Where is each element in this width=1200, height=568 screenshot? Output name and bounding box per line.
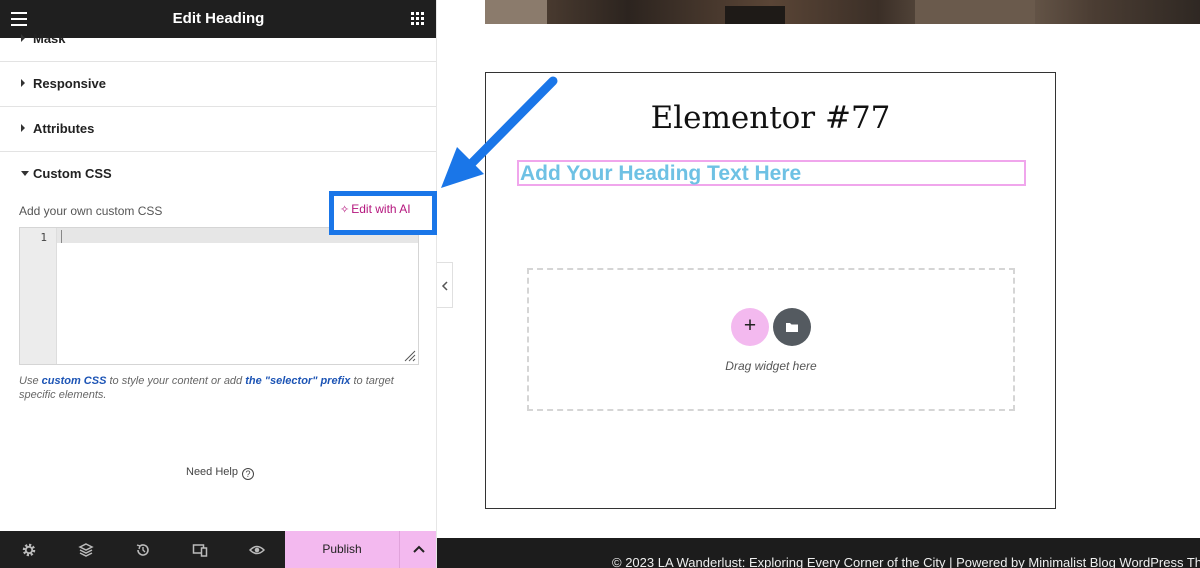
need-help-link[interactable]: Need Help? [186, 466, 254, 480]
section-label-responsive: Responsive [33, 76, 106, 91]
need-help-label: Need Help [186, 466, 238, 478]
help-icon: ? [241, 468, 254, 480]
note-mid: to style your content or add [106, 375, 246, 387]
responsive-icon[interactable] [192, 542, 208, 558]
css-code-editor[interactable]: 1 [19, 227, 419, 365]
section-label-mask: Mask [33, 31, 66, 46]
edit-with-ai-label: Edit with AI [351, 202, 411, 216]
line-gutter: 1 [20, 228, 57, 364]
caret-right-icon [21, 79, 25, 87]
caret-right-icon [21, 124, 25, 132]
section-label-attributes: Attributes [33, 121, 95, 136]
resize-handle-icon[interactable] [404, 350, 416, 362]
custom-css-link[interactable]: custom CSS [42, 375, 107, 387]
history-icon[interactable] [135, 542, 151, 558]
heading-widget[interactable]: Add Your Heading Text Here [517, 160, 1026, 186]
collapse-panel-button[interactable] [437, 262, 453, 308]
add-template-button[interactable] [773, 308, 811, 346]
editor-panel: Edit Heading Mask Responsive Attributes … [0, 0, 437, 568]
edit-with-ai-button[interactable]: ✧ Edit with AI [340, 202, 411, 224]
text-cursor [61, 230, 62, 243]
folder-icon [786, 323, 798, 332]
section-attributes[interactable]: Attributes [0, 107, 436, 152]
line-number: 1 [40, 231, 47, 244]
preview-eye-icon[interactable] [249, 542, 265, 558]
settings-icon[interactable] [21, 542, 37, 558]
add-section-button[interactable]: + [731, 308, 769, 346]
page-title: Elementor #77 [650, 100, 891, 136]
widget-dropzone[interactable]: + Drag widget here [527, 268, 1015, 411]
section-custom-css[interactable]: Custom CSS [0, 152, 436, 192]
publish-button[interactable]: Publish [285, 531, 399, 568]
caret-down-icon [21, 171, 29, 176]
layers-icon[interactable] [78, 542, 94, 558]
sparkle-icon: ✧ [340, 204, 350, 216]
site-footer: © 2023 LA Wanderlust: Exploring Every Co… [437, 538, 1200, 568]
caret-right-icon [21, 34, 25, 42]
page-container: Elementor #77 Add Your Heading Text Here… [485, 72, 1056, 509]
selector-prefix-link[interactable]: the "selector" prefix [245, 375, 350, 387]
heading-text[interactable]: Add Your Heading Text Here [520, 162, 801, 186]
publish-options-button[interactable] [399, 531, 436, 568]
panel-footer: Publish [0, 531, 436, 568]
section-mask[interactable]: Mask [0, 22, 436, 62]
header-photo [485, 0, 1200, 24]
chevron-up-icon [413, 545, 425, 553]
drop-label: Drag widget here [725, 359, 817, 373]
plus-icon: + [743, 314, 757, 337]
note-prefix: Use [19, 375, 42, 387]
footer-text: © 2023 LA Wanderlust: Exploring Every Co… [612, 555, 1200, 568]
chevron-left-icon [441, 281, 448, 291]
section-responsive[interactable]: Responsive [0, 62, 436, 107]
custom-css-note: Use custom CSS to style your content or … [19, 374, 419, 402]
section-label-custom-css: Custom CSS [33, 166, 112, 181]
custom-css-description: Add your own custom CSS [19, 204, 163, 218]
edit-with-ai-highlight: ✧ Edit with AI [329, 191, 437, 235]
